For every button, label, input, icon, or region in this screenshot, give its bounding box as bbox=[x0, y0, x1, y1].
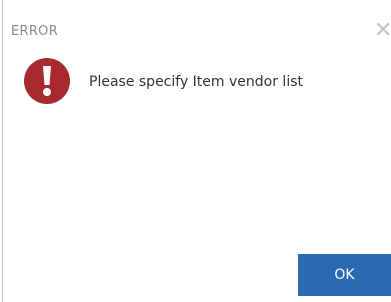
error-dialog: ERROR ✕ Please specify Item vendor list … bbox=[0, 0, 391, 302]
close-icon[interactable]: ✕ bbox=[374, 20, 391, 42]
dialog-title: ERROR bbox=[11, 24, 59, 39]
error-message: Please specify Item vendor list bbox=[89, 74, 303, 90]
error-icon bbox=[24, 58, 70, 104]
dialog-left-border bbox=[2, 0, 3, 302]
ok-button[interactable]: OK bbox=[298, 254, 391, 296]
